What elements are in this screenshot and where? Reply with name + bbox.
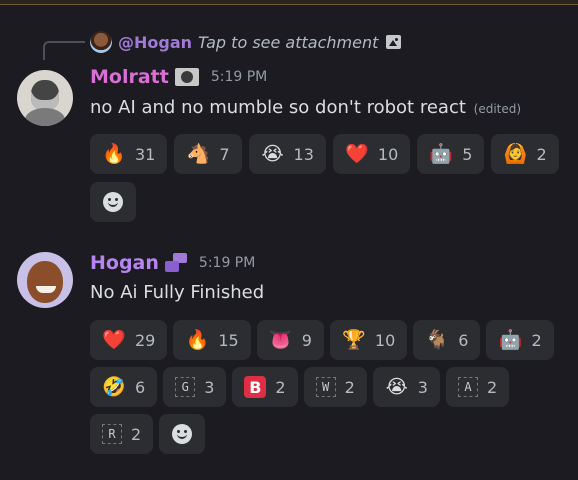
reaction-horse[interactable]: 🐴 7 xyxy=(174,134,242,174)
robot-icon: 🤖 xyxy=(498,328,523,351)
role-icon[interactable] xyxy=(164,253,187,273)
reaction-trophy[interactable]: 🏆 10 xyxy=(329,320,408,360)
reaction-crying-face[interactable]: 😭 13 xyxy=(248,134,326,174)
username[interactable]: Molratt xyxy=(90,66,169,88)
reaction-count: 3 xyxy=(204,377,215,397)
reaction-count: 2 xyxy=(536,144,547,164)
reply-avatar[interactable] xyxy=(90,31,112,53)
reaction-letter-w[interactable]: W2 xyxy=(303,367,367,407)
reaction-count: 2 xyxy=(131,424,142,444)
reaction-count: 2 xyxy=(531,330,542,350)
message-header: Hogan 5:19 PM xyxy=(90,251,255,275)
person-raising-arms-icon: 🙆 xyxy=(503,142,528,165)
avatar[interactable] xyxy=(17,252,73,308)
reaction-count: 6 xyxy=(135,377,146,397)
reply-preview-text[interactable]: Tap to see attachment xyxy=(198,33,378,52)
smiley-icon xyxy=(172,424,193,444)
timestamp: 5:19 PM xyxy=(198,255,256,271)
message-header: Molratt 5:19 PM xyxy=(90,65,267,89)
reaction-count: 2 xyxy=(344,377,355,397)
reaction-crying-face[interactable]: 😭 3 xyxy=(372,367,440,407)
fire-icon: 🔥 xyxy=(102,142,126,165)
smiley-icon xyxy=(103,192,123,212)
rolling-laughing-icon: 🤣 xyxy=(102,375,126,398)
reaction-tongue[interactable]: 👅 9 xyxy=(256,320,324,360)
reaction-fire[interactable]: 🔥 31 xyxy=(90,134,168,174)
reaction-count: 2 xyxy=(275,377,286,397)
reaction-count: 15 xyxy=(218,330,239,350)
heart-icon: ❤️ xyxy=(102,328,126,351)
reply-connector-line xyxy=(43,41,85,60)
reaction-robot[interactable]: 🤖 5 xyxy=(417,134,485,174)
add-reaction-button[interactable] xyxy=(159,414,206,454)
reaction-letter-r[interactable]: R2 xyxy=(90,414,154,454)
goat-icon: 🐐 xyxy=(425,328,450,351)
reaction-robot[interactable]: 🤖 2 xyxy=(486,320,554,360)
custom-crying-face-icon: 😭 xyxy=(385,375,408,398)
reaction-count: 29 xyxy=(135,330,156,350)
message-text: No Ai Fully Finished xyxy=(90,282,264,303)
top-divider xyxy=(0,0,578,5)
b-button-icon: B xyxy=(244,376,267,398)
custom-crying-face-icon: 😭 xyxy=(261,142,284,165)
reaction-fire[interactable]: 🔥 15 xyxy=(173,320,251,360)
reaction-rolling-laughing[interactable]: 🤣 6 xyxy=(90,367,158,407)
reaction-letter-g[interactable]: G3 xyxy=(163,367,227,407)
reaction-letter-a[interactable]: A2 xyxy=(445,367,510,407)
heart-icon: ❤️ xyxy=(345,142,369,165)
trophy-icon: 🏆 xyxy=(342,328,366,351)
reaction-count: 7 xyxy=(219,144,230,164)
message-text: no AI and no mumble so don't robot react… xyxy=(90,97,521,118)
reaction-count: 10 xyxy=(374,330,396,350)
avatar[interactable] xyxy=(17,70,73,126)
user-badge-icon[interactable] xyxy=(174,68,199,86)
letter-w-icon: W xyxy=(315,377,336,397)
horse-icon: 🐴 xyxy=(186,142,211,165)
username[interactable]: Hogan xyxy=(90,252,159,274)
reply-username[interactable]: @Hogan xyxy=(118,33,192,52)
timestamp: 5:19 PM xyxy=(210,69,268,85)
letter-a-icon: A xyxy=(457,377,478,397)
reaction-heart[interactable]: ❤️ 10 xyxy=(332,134,411,174)
fire-icon: 🔥 xyxy=(185,328,210,351)
message-body: no AI and no mumble so don't robot react xyxy=(90,97,466,118)
letter-g-icon: G xyxy=(175,377,196,397)
reaction-bar: ❤️ 29 🔥 15 👅 9 🏆 10 🐐 6 🤖 2 🤣 6 G3 B2 W2 😭 3 A2 … xyxy=(90,320,560,454)
reaction-bar: 🔥 31 🐴 7 😭 13 ❤️ 10 🤖 5 🙆 2 xyxy=(90,134,560,222)
reaction-heart[interactable]: ❤️ 29 xyxy=(90,320,168,360)
reaction-goat[interactable]: 🐐 6 xyxy=(413,320,481,360)
reaction-count: 13 xyxy=(293,144,314,164)
reaction-count: 10 xyxy=(377,144,399,164)
reaction-count: 6 xyxy=(458,330,469,350)
edited-label: (edited) xyxy=(473,102,522,116)
image-icon xyxy=(386,35,402,49)
reaction-person-raising-arms[interactable]: 🙆 2 xyxy=(491,134,559,174)
reply-reference[interactable]: @Hogan Tap to see attachment xyxy=(90,30,402,54)
reaction-count: 3 xyxy=(417,377,428,397)
letter-r-icon: R xyxy=(102,424,122,444)
tongue-icon: 👅 xyxy=(268,328,293,351)
add-reaction-button[interactable] xyxy=(90,182,136,222)
reaction-b-button[interactable]: B2 xyxy=(232,367,298,407)
message-body: No Ai Fully Finished xyxy=(90,282,265,303)
reaction-count: 31 xyxy=(135,144,156,164)
robot-icon: 🤖 xyxy=(429,142,454,165)
reaction-count: 5 xyxy=(462,144,473,164)
reaction-count: 2 xyxy=(486,377,498,397)
reaction-count: 9 xyxy=(301,330,312,350)
